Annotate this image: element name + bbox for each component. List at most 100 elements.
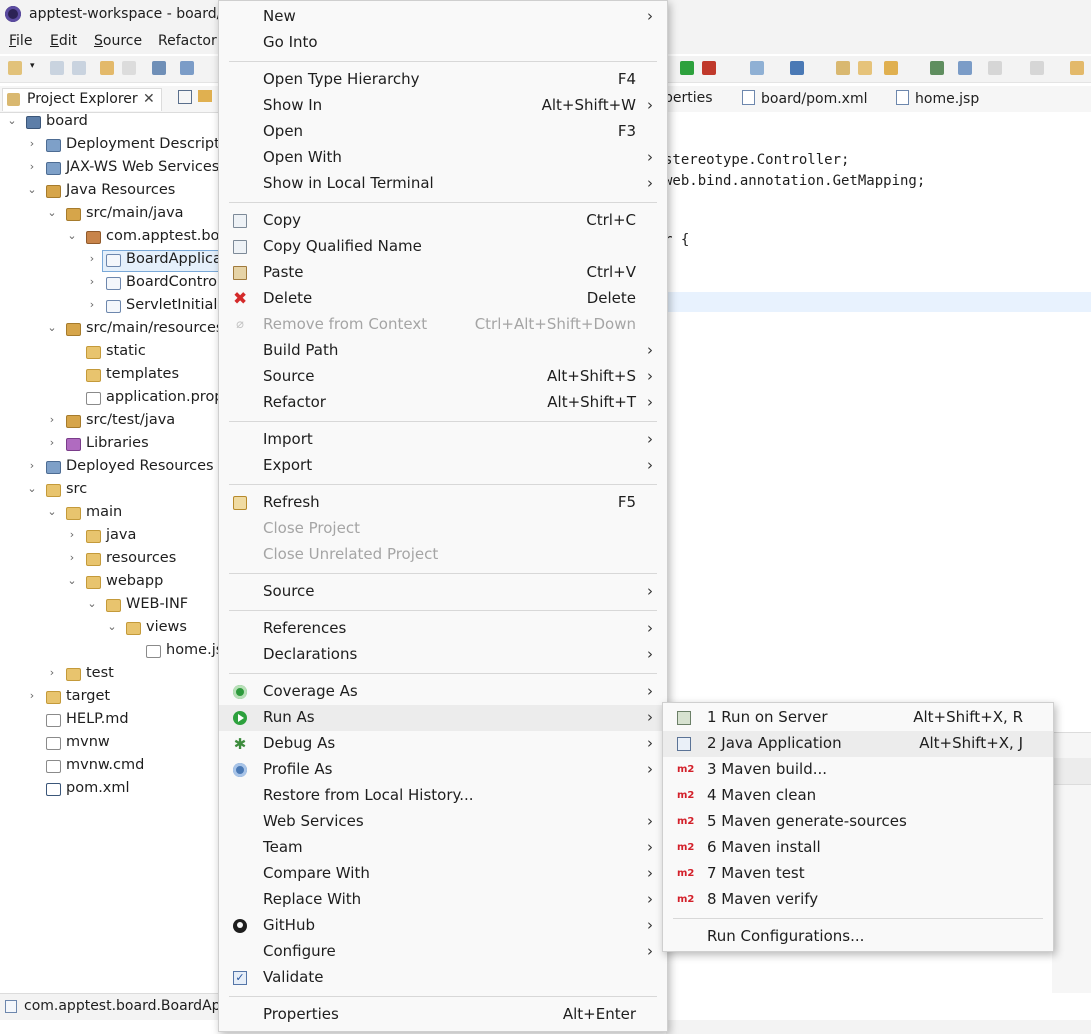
menu-item-configure[interactable]: Configure › [219,939,667,965]
menu-item-open-type-hierarchy[interactable]: Open Type Hierarchy F4 [219,67,667,93]
stop-toolbar-icon[interactable] [702,61,716,75]
menu-item-source[interactable]: Source › [219,579,667,605]
menu-item-profile-as[interactable]: Profile As › [219,757,667,783]
tree-item-java[interactable]: › java [0,526,220,548]
new-wizard-icon[interactable] [8,61,22,75]
menu-item-properties[interactable]: Properties Alt+Enter [219,1002,667,1028]
menu-item-1-run-on-server[interactable]: 1 Run on Server Alt+Shift+X, R [663,705,1053,731]
menu-file[interactable]: File [9,33,32,49]
menu-source[interactable]: Source [94,33,142,49]
menu-item-compare-with[interactable]: Compare With › [219,861,667,887]
menu-item-references[interactable]: References › [219,616,667,642]
tree-item-deployed-resources[interactable]: › Deployed Resources [0,457,220,479]
tree-item-help-md[interactable]: HELP.md [0,710,220,732]
forward-icon[interactable] [1070,61,1084,75]
menu-item-coverage-as[interactable]: Coverage As › [219,679,667,705]
tree-item-static[interactable]: static [0,342,220,364]
chevron-right-icon[interactable]: › [46,666,58,679]
menu-item-team[interactable]: Team › [219,835,667,861]
tree-item-resources[interactable]: › resources [0,549,220,571]
menu-item-validate[interactable]: ✓ Validate [219,965,667,991]
menu-item-web-services[interactable]: Web Services › [219,809,667,835]
menu-item-restore-from-local-history[interactable]: Restore from Local History... [219,783,667,809]
tree-item-src-main-java[interactable]: ⌄ src/main/java [0,204,220,226]
chevron-right-icon[interactable]: › [26,160,38,173]
new-class-icon[interactable] [790,61,804,75]
menu-item-8-maven-verify[interactable]: m2 8 Maven verify [663,887,1053,913]
menu-item-5-maven-generate-sources[interactable]: m2 5 Maven generate-sources [663,809,1053,835]
tree-item-libraries[interactable]: › Libraries [0,434,220,456]
chevron-down-icon[interactable]: ⌄ [6,114,18,127]
chevron-right-icon[interactable]: › [26,137,38,150]
menu-item-refactor[interactable]: Refactor Alt+Shift+T › [219,390,667,416]
tree-item-src[interactable]: ⌄ src [0,480,220,502]
menu-item-copy[interactable]: Copy Ctrl+C [219,208,667,234]
next-annotation-icon[interactable] [988,61,1002,75]
menu-item-copy-qualified-name[interactable]: Copy Qualified Name [219,234,667,260]
tab-properties[interactable]: perties [664,90,713,106]
chevron-right-icon[interactable]: › [86,252,98,265]
skip-breakpoints-icon[interactable] [180,61,194,75]
search-icon[interactable] [884,61,898,75]
tree-item-pom-xml[interactable]: pom.xml [0,779,220,801]
menu-item-paste[interactable]: Paste Ctrl+V [219,260,667,286]
tab-home-jsp[interactable]: home.jsp [896,90,979,107]
menu-item-go-into[interactable]: Go Into [219,30,667,56]
run-toolbar-icon[interactable] [680,61,694,75]
new-dropdown-icon[interactable]: ▾ [30,61,38,75]
tree-item-com-apptest-boa[interactable]: ⌄ com.apptest.boa [0,227,220,249]
tree-item-target[interactable]: › target [0,687,220,709]
tree-item-main[interactable]: ⌄ main [0,503,220,525]
close-icon[interactable]: ✕ [143,91,155,107]
menu-item-debug-as[interactable]: ✱ Debug As › [219,731,667,757]
tree-item-boardcontrol[interactable]: › BoardControl [0,273,220,295]
tree-item-application-prop[interactable]: application.prop [0,388,220,410]
chevron-right-icon[interactable]: › [86,298,98,311]
annotation-nav-icon[interactable] [958,61,972,75]
chevron-right-icon[interactable]: › [46,413,58,426]
menu-item-refresh[interactable]: Refresh F5 [219,490,667,516]
tree-item-board[interactable]: ⌄ board [0,112,220,134]
menu-item-export[interactable]: Export › [219,453,667,479]
menu-item-source[interactable]: Source Alt+Shift+S › [219,364,667,390]
project-explorer-tab[interactable]: Project Explorer ✕ [2,88,162,111]
web-browser-icon[interactable] [930,61,944,75]
tree-item-test[interactable]: › test [0,664,220,686]
open-task-icon[interactable] [858,61,872,75]
menu-item-replace-with[interactable]: Replace With › [219,887,667,913]
tree-item-mvnw-cmd[interactable]: mvnw.cmd [0,756,220,778]
chevron-right-icon[interactable]: › [66,528,78,541]
chevron-down-icon[interactable]: ⌄ [66,574,78,587]
menu-item-github[interactable]: GitHub › [219,913,667,939]
save-icon[interactable] [50,61,64,75]
chevron-down-icon[interactable]: ⌄ [26,482,38,495]
tree-item-webapp[interactable]: ⌄ webapp [0,572,220,594]
terminal-icon[interactable] [152,61,166,75]
redo-icon[interactable] [122,61,136,75]
tree-item-src-test-java[interactable]: › src/test/java [0,411,220,433]
tree-item-src-main-resources[interactable]: ⌄ src/main/resources [0,319,220,341]
menu-edit[interactable]: Edit [50,33,77,49]
tab-board-pom[interactable]: board/pom.xml [742,90,868,107]
external-tools-icon[interactable] [750,61,764,75]
undo-icon[interactable] [100,61,114,75]
collapse-all-icon[interactable] [178,90,192,104]
tree-item-jax-ws-web-services[interactable]: › JAX-WS Web Services [0,158,220,180]
tree-item-templates[interactable]: templates [0,365,220,387]
menu-item-show-in-local-terminal[interactable]: Show in Local Terminal › [219,171,667,197]
tree-item-servletinitializ[interactable]: › ServletInitializ [0,296,220,318]
code-editor[interactable] [666,112,1091,732]
back-icon[interactable] [1030,61,1044,75]
tree-item-boardapplica[interactable]: › BoardApplica [0,250,220,272]
chevron-right-icon[interactable]: › [26,459,38,472]
chevron-down-icon[interactable]: ⌄ [106,620,118,633]
chevron-down-icon[interactable]: ⌄ [46,206,58,219]
link-with-editor-icon[interactable] [198,90,212,102]
open-type-icon[interactable] [836,61,850,75]
tree-item-deployment-descripto[interactable]: › Deployment Descripto [0,135,220,157]
chevron-down-icon[interactable]: ⌄ [46,321,58,334]
tree-item-web-inf[interactable]: ⌄ WEB-INF [0,595,220,617]
chevron-right-icon[interactable]: › [46,436,58,449]
tree-item-views[interactable]: ⌄ views [0,618,220,640]
chevron-down-icon[interactable]: ⌄ [86,597,98,610]
